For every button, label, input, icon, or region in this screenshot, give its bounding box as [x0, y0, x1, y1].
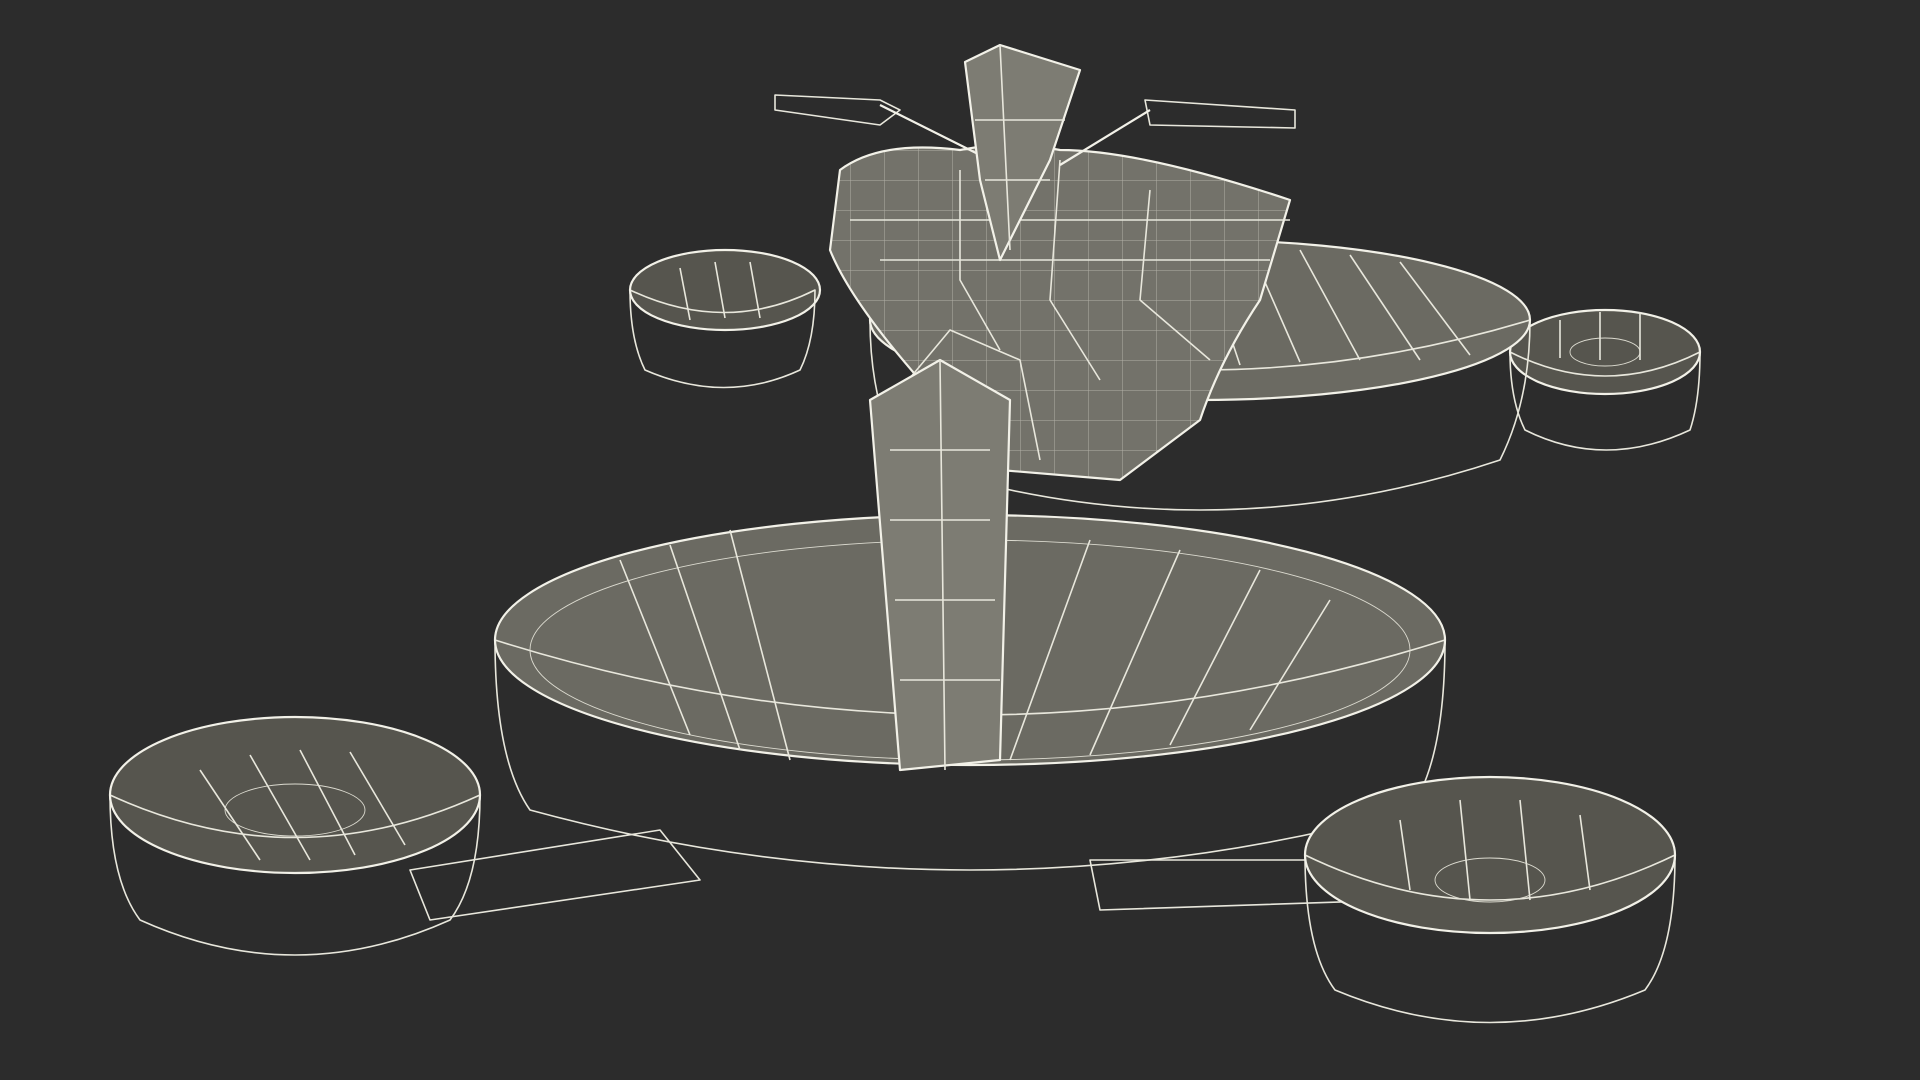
rotor-arms — [409, 829, 1401, 921]
rotor-front-left — [108, 715, 482, 956]
rotor-rear-left — [628, 248, 822, 389]
hoverbike-wireframe — [108, 43, 1702, 1024]
rotor-rear-right — [1508, 308, 1702, 451]
duct-front-main — [493, 358, 1447, 871]
rotor-front-right — [1303, 775, 1677, 1024]
3d-viewport — [0, 0, 1920, 1080]
